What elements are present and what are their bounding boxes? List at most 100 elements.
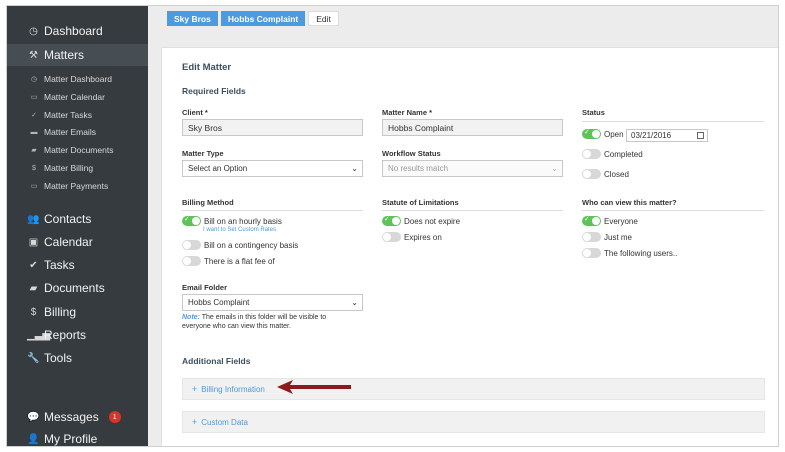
sidebar: ◷ Dashboard ⚒ Matters ◷ Matter Dashboard… bbox=[7, 6, 148, 446]
billing-information-label: Billing Information bbox=[201, 384, 265, 394]
nav-tasks-label: Tasks bbox=[44, 258, 75, 272]
workflow-status-select[interactable]: No results match ⌄ bbox=[382, 160, 563, 177]
folder-icon: ▰ bbox=[31, 147, 37, 154]
calendar-icon: ▭ bbox=[30, 94, 38, 101]
nav-calendar-label: Calendar bbox=[44, 235, 93, 249]
nav-matter-documents-label: Matter Documents bbox=[44, 145, 114, 155]
nav-dashboard[interactable]: ◷ Dashboard bbox=[7, 20, 148, 42]
nav-tasks[interactable]: ✔ Tasks bbox=[7, 254, 148, 276]
status-divider bbox=[582, 121, 764, 122]
note-text-line2: everyone who can view this matter. bbox=[182, 323, 291, 330]
nav-matter-calendar-label: Matter Calendar bbox=[44, 92, 105, 102]
check-icon: ✓ bbox=[31, 112, 37, 119]
nav-tools-label: Tools bbox=[44, 351, 73, 365]
billing-flat-fee-toggle[interactable]: There is a flat fee of bbox=[182, 255, 275, 267]
nav-calendar[interactable]: ▣ Calendar bbox=[7, 231, 148, 253]
nav-matter-billing-label: Matter Billing bbox=[44, 163, 94, 173]
sol-not-expire-label: Does not expire bbox=[404, 216, 461, 226]
calendar-icon[interactable] bbox=[697, 132, 704, 139]
nav-tools[interactable]: 🔧 Tools bbox=[7, 347, 148, 369]
matter-type-select[interactable]: Select an Option ⌄ bbox=[182, 160, 363, 177]
breadcrumb-client[interactable]: Sky Bros bbox=[167, 11, 218, 26]
email-folder-select[interactable]: Hobbs Complaint ⌄ bbox=[182, 294, 363, 311]
who-everyone-toggle[interactable]: ✓ Everyone bbox=[582, 215, 638, 227]
custom-data-panel[interactable]: + Custom Data bbox=[182, 411, 765, 433]
nav-my-profile[interactable]: 👤 My Profile bbox=[7, 428, 148, 446]
client-field[interactable]: Sky Bros bbox=[182, 119, 363, 136]
breadcrumb-matter[interactable]: Hobbs Complaint bbox=[220, 11, 306, 26]
breadcrumb-current: Edit bbox=[308, 11, 339, 26]
toggle-off-icon bbox=[382, 232, 401, 242]
sol-expires-on-toggle[interactable]: Expires on bbox=[382, 231, 442, 243]
custom-data-label: Custom Data bbox=[201, 417, 248, 427]
user-icon: 👤 bbox=[27, 433, 40, 445]
edit-matter-card: Edit Matter Required Fields Client * Sky… bbox=[161, 47, 778, 446]
who-following-users-toggle[interactable]: The following users.. bbox=[582, 247, 677, 259]
status-open-label: Open bbox=[604, 129, 624, 139]
email-folder-value: Hobbs Complaint bbox=[188, 298, 250, 307]
nav-matter-tasks[interactable]: ✓ Matter Tasks bbox=[7, 107, 148, 123]
workflow-status-label: Workflow Status bbox=[382, 149, 441, 158]
status-label: Status bbox=[582, 108, 605, 117]
who-just-me-label: Just me bbox=[604, 232, 633, 242]
nav-matter-payments[interactable]: ▭ Matter Payments bbox=[7, 178, 148, 194]
nav-matter-dashboard[interactable]: ◷ Matter Dashboard bbox=[7, 71, 148, 87]
nav-reports-label: Reports bbox=[44, 328, 87, 342]
status-completed-toggle[interactable]: Completed bbox=[582, 148, 643, 160]
nav-documents[interactable]: ▰ Documents bbox=[7, 277, 148, 299]
who-just-me-toggle[interactable]: Just me bbox=[582, 231, 632, 243]
nav-documents-label: Documents bbox=[44, 281, 105, 295]
status-closed-toggle[interactable]: Closed bbox=[582, 168, 629, 180]
billing-hourly-toggle[interactable]: ✓ Bill on an hourly basis bbox=[182, 215, 282, 227]
nav-matter-documents[interactable]: ▰ Matter Documents bbox=[7, 142, 148, 158]
dashboard-icon: ◷ bbox=[29, 25, 38, 37]
billing-contingency-toggle[interactable]: Bill on a contingency basis bbox=[182, 239, 298, 251]
billing-information-panel[interactable]: + Billing Information bbox=[182, 378, 765, 400]
nav-matter-billing[interactable]: $ Matter Billing bbox=[7, 160, 148, 176]
email-folder-label: Email Folder bbox=[182, 283, 228, 292]
billing-method-label: Billing Method bbox=[182, 198, 234, 207]
billing-divider bbox=[182, 210, 363, 211]
breadcrumb: Sky Bros Hobbs Complaint Edit bbox=[167, 11, 342, 26]
who-can-view-label: Who can view this matter? bbox=[582, 198, 677, 207]
who-following-users-label: The following users.. bbox=[604, 248, 678, 258]
dollar-icon: $ bbox=[30, 306, 37, 318]
page-title: Edit Matter bbox=[182, 62, 232, 73]
nav-matter-dashboard-label: Matter Dashboard bbox=[44, 74, 113, 84]
plus-icon: + bbox=[192, 417, 198, 427]
nav-matter-emails[interactable]: ▬ Matter Emails bbox=[7, 124, 148, 140]
nav-reports[interactable]: ▁▃▅ Reports bbox=[7, 324, 148, 346]
nav-billing-label: Billing bbox=[44, 305, 77, 319]
billing-hourly-label: Bill on an hourly basis bbox=[204, 216, 282, 226]
chevron-down-icon: ⌄ bbox=[351, 298, 358, 307]
matter-name-field[interactable]: Hobbs Complaint bbox=[382, 119, 563, 136]
nav-matters-label: Matters bbox=[44, 48, 85, 62]
matter-type-value: Select an Option bbox=[188, 164, 248, 173]
nav-matter-calendar[interactable]: ▭ Matter Calendar bbox=[7, 89, 148, 105]
nav-contacts[interactable]: 👥 Contacts bbox=[7, 208, 148, 230]
nav-billing[interactable]: $ Billing bbox=[7, 301, 148, 323]
messages-count-badge: 1 bbox=[108, 411, 121, 423]
email-folder-note: Note: The emails in this folder will be … bbox=[182, 313, 372, 331]
bar-chart-icon: ▁▃▅ bbox=[27, 329, 51, 341]
custom-rates-link[interactable]: I want to Set Custom Rates bbox=[203, 227, 276, 233]
nav-matters[interactable]: ⚒ Matters bbox=[7, 44, 148, 66]
check-icon: ✔ bbox=[29, 259, 38, 271]
toggle-on-icon: ✓ bbox=[382, 216, 401, 226]
status-completed-label: Completed bbox=[604, 149, 643, 159]
toggle-off-icon bbox=[582, 169, 601, 179]
client-label: Client * bbox=[182, 108, 208, 117]
calendar-icon: ▣ bbox=[28, 236, 39, 248]
status-open-toggle[interactable]: ✓ Open bbox=[582, 128, 624, 140]
nav-messages[interactable]: 💬 Messages 1 bbox=[7, 406, 148, 428]
nav-my-profile-label: My Profile bbox=[44, 432, 98, 446]
workflow-status-value: No results match bbox=[388, 164, 449, 173]
sol-not-expire-toggle[interactable]: ✓ Does not expire bbox=[382, 215, 460, 227]
toggle-on-icon: ✓ bbox=[582, 129, 601, 139]
chevron-down-icon: ⌄ bbox=[351, 164, 358, 173]
toggle-off-icon bbox=[582, 232, 601, 242]
required-fields-title: Required Fields bbox=[182, 86, 246, 96]
dollar-icon: $ bbox=[32, 164, 36, 172]
status-date-field[interactable]: 03/21/2016 bbox=[626, 129, 708, 142]
billing-flat-fee-label: There is a flat fee of bbox=[204, 256, 275, 266]
